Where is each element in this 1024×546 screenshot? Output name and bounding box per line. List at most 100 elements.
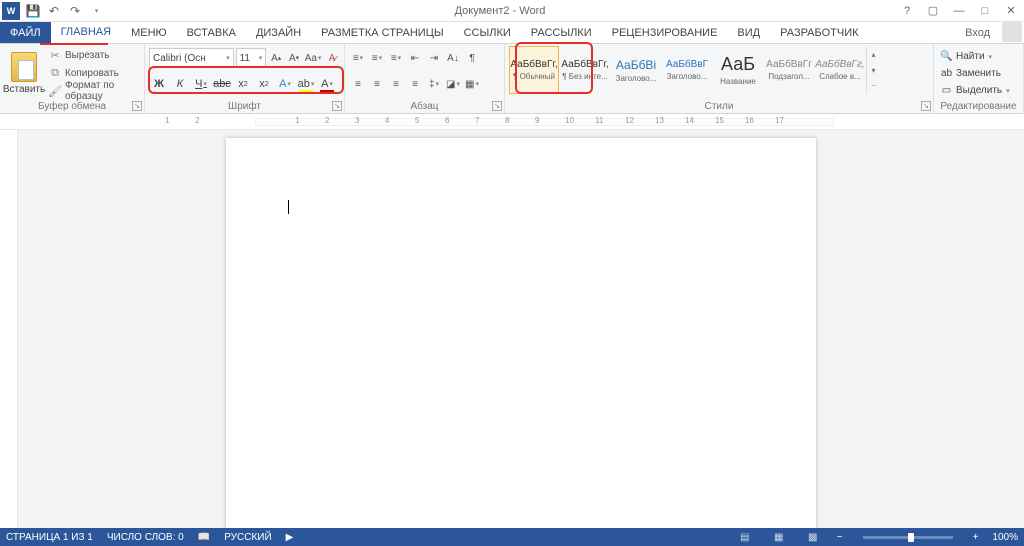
zoom-out-button[interactable]: − <box>837 532 843 543</box>
view-web-layout[interactable]: ▩ <box>803 530 823 544</box>
cut-button[interactable]: ✂Вырезать <box>46 46 140 64</box>
undo-button[interactable]: ↶ <box>44 1 64 21</box>
tab-view[interactable]: ВИД <box>727 22 770 43</box>
select-icon: ▭ <box>940 84 953 97</box>
shrink-font-button[interactable]: A▾ <box>286 48 302 68</box>
style-normal[interactable]: АаБбВвГг,¶ Обычный <box>509 46 559 94</box>
increase-indent-button[interactable]: ⇥ <box>425 48 443 68</box>
group-styles: АаБбВвГг,¶ Обычный АаБбВвГг,¶ Без инте..… <box>505 44 934 113</box>
sort-button[interactable]: A↓ <box>444 48 462 68</box>
style-no-spacing[interactable]: АаБбВвГг,¶ Без инте... <box>560 46 610 94</box>
style-subtitle[interactable]: АаБбВвГгПодзагол... <box>764 46 814 94</box>
horizontal-ruler[interactable]: 211234567891011121314151617 <box>0 114 1024 130</box>
numbering-button[interactable]: ≡▾ <box>368 48 386 68</box>
style-heading2[interactable]: АаБбВвГЗаголово... <box>662 46 712 94</box>
tab-insert[interactable]: ВСТАВКА <box>177 22 246 43</box>
font-color-button[interactable]: A▾ <box>317 74 337 94</box>
minimize-button[interactable]: — <box>946 1 972 21</box>
help-button[interactable]: ? <box>894 1 920 21</box>
quick-access-toolbar: W 💾 ↶ ↷ ▾ <box>0 1 106 21</box>
ribbon: Вставить ✂Вырезать ⧉Копировать 🖌Формат п… <box>0 44 1024 114</box>
tab-review[interactable]: РЕЦЕНЗИРОВАНИЕ <box>602 22 728 43</box>
status-bar: СТРАНИЦА 1 ИЗ 1 ЧИСЛО СЛОВ: 0 📖 РУССКИЙ … <box>0 528 1024 546</box>
style-subtle-emphasis[interactable]: АаБбВвГг,Слабое в... <box>815 46 865 94</box>
grow-font-button[interactable]: A▴ <box>268 48 284 68</box>
tab-file[interactable]: ФАЙЛ <box>0 22 51 43</box>
group-label: Стили <box>505 101 933 112</box>
subscript-button[interactable]: x2 <box>233 74 253 94</box>
save-button[interactable]: 💾 <box>23 1 43 21</box>
tab-menu[interactable]: Меню <box>121 22 177 43</box>
tab-layout[interactable]: РАЗМЕТКА СТРАНИЦЫ <box>311 22 453 43</box>
line-spacing-button[interactable]: ‡▾ <box>425 74 443 94</box>
zoom-level[interactable]: 100% <box>992 532 1018 543</box>
shading-button[interactable]: ◪▾ <box>444 74 462 94</box>
replace-button[interactable]: abЗаменить <box>938 65 1019 82</box>
scissors-icon: ✂ <box>48 48 62 62</box>
tab-design[interactable]: ДИЗАЙН <box>246 22 311 43</box>
justify-button[interactable]: ≡ <box>406 74 424 94</box>
text-cursor <box>288 200 289 214</box>
status-word-count[interactable]: ЧИСЛО СЛОВ: 0 <box>107 532 184 543</box>
document-canvas[interactable] <box>18 130 1024 528</box>
bold-button[interactable]: Ж <box>149 74 169 94</box>
show-marks-button[interactable]: ¶ <box>463 48 481 68</box>
multilevel-list-button[interactable]: ≡▾ <box>387 48 405 68</box>
maximize-button[interactable]: □ <box>972 1 998 21</box>
borders-button[interactable]: ▦▾ <box>463 74 481 94</box>
page[interactable] <box>226 138 816 528</box>
copy-icon: ⧉ <box>48 66 62 80</box>
paste-button[interactable]: Вставить <box>4 46 44 100</box>
clear-formatting-button[interactable]: A̷ <box>324 48 340 68</box>
paste-label: Вставить <box>3 84 45 95</box>
status-language[interactable]: РУССКИЙ <box>224 532 271 543</box>
tab-developer[interactable]: РАЗРАБОТЧИК <box>770 22 868 43</box>
document-area <box>0 130 1024 528</box>
status-page[interactable]: СТРАНИЦА 1 ИЗ 1 <box>6 532 93 543</box>
superscript-button[interactable]: x2 <box>254 74 274 94</box>
bullets-button[interactable]: ≡▾ <box>349 48 367 68</box>
qat-customize[interactable]: ▾ <box>86 1 106 21</box>
vertical-ruler[interactable] <box>0 130 18 528</box>
italic-button[interactable]: К <box>170 74 190 94</box>
style-heading1[interactable]: АаБбВіЗаголово... <box>611 46 661 94</box>
close-button[interactable]: ✕ <box>998 1 1024 21</box>
styles-gallery-more[interactable]: ▴▾⎯ <box>866 46 880 94</box>
tab-references[interactable]: ССЫЛКИ <box>454 22 521 43</box>
ribbon-display-options[interactable]: ▢ <box>920 1 946 21</box>
change-case-button[interactable]: Aa▾ <box>304 48 322 68</box>
status-proofing-icon[interactable]: 📖 <box>198 532 210 543</box>
status-macro-icon[interactable]: ▶ <box>286 532 294 543</box>
align-left-button[interactable]: ≡ <box>349 74 367 94</box>
highlight-button[interactable]: ab▾ <box>296 74 316 94</box>
zoom-slider[interactable] <box>863 536 953 539</box>
styles-dialog-launcher[interactable]: ↘ <box>921 101 931 111</box>
view-read-mode[interactable]: ▤ <box>735 530 755 544</box>
text-effects-button[interactable]: A▾ <box>275 74 295 94</box>
view-print-layout[interactable]: ▦ <box>769 530 789 544</box>
group-font: Calibri (Осн▾ 11▾ A▴ A▾ Aa▾ A̷ Ж К Ч▾ ab… <box>145 44 345 113</box>
underline-button[interactable]: Ч▾ <box>191 74 211 94</box>
clipboard-dialog-launcher[interactable]: ↘ <box>132 101 142 111</box>
sign-in-link[interactable]: Вход <box>955 22 1000 43</box>
decrease-indent-button[interactable]: ⇤ <box>406 48 424 68</box>
strikethrough-button[interactable]: abc <box>212 74 232 94</box>
format-painter-button[interactable]: 🖌Формат по образцу <box>46 82 140 100</box>
replace-icon: ab <box>940 67 953 80</box>
font-size-combo[interactable]: 11▾ <box>236 48 267 68</box>
select-button[interactable]: ▭Выделить▾ <box>938 82 1019 99</box>
font-dialog-launcher[interactable]: ↘ <box>332 101 342 111</box>
paragraph-dialog-launcher[interactable]: ↘ <box>492 101 502 111</box>
find-button[interactable]: 🔍Найти▾ <box>938 48 1019 65</box>
word-app-icon: W <box>2 2 20 20</box>
user-avatar-icon[interactable] <box>1002 22 1022 42</box>
font-name-combo[interactable]: Calibri (Осн▾ <box>149 48 234 68</box>
tab-mailings[interactable]: РАССЫЛКИ <box>521 22 602 43</box>
group-editing: 🔍Найти▾ abЗаменить ▭Выделить▾ Редактиров… <box>934 44 1024 113</box>
zoom-in-button[interactable]: + <box>973 532 979 543</box>
tab-home[interactable]: ГЛАВНАЯ <box>51 22 121 43</box>
style-title[interactable]: АаБНазвание <box>713 46 763 94</box>
redo-button[interactable]: ↷ <box>65 1 85 21</box>
align-center-button[interactable]: ≡ <box>368 74 386 94</box>
align-right-button[interactable]: ≡ <box>387 74 405 94</box>
